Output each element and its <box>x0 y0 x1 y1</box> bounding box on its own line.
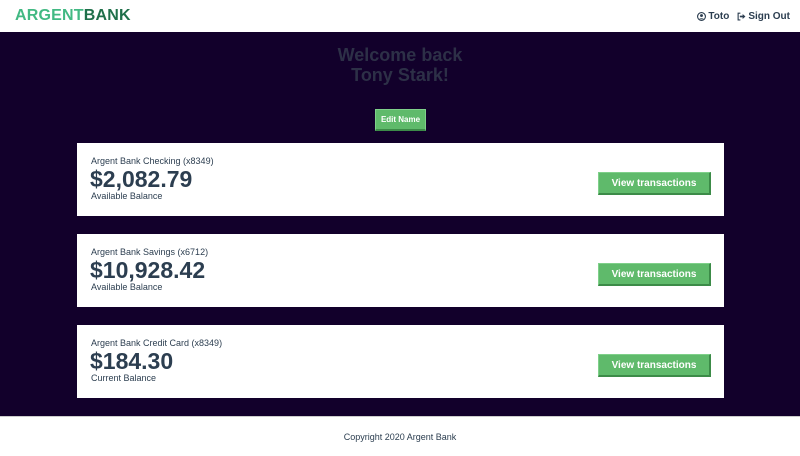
account-card-checking: Argent Bank Checking (x8349) $2,082.79 A… <box>77 143 724 216</box>
account-card-savings: Argent Bank Savings (x6712) $10,928.42 A… <box>77 234 724 307</box>
logo-text-argent: ARGENT <box>15 7 84 24</box>
edit-name-button[interactable]: Edit Name <box>375 109 426 131</box>
nav-user-area: Toto Sign Out <box>697 11 790 22</box>
account-title: Argent Bank Checking (x8349) <box>91 156 214 166</box>
welcome-user-name: Tony Stark! <box>351 65 449 85</box>
welcome-heading: Welcome back Tony Stark! <box>0 45 800 85</box>
account-dashboard: Welcome back Tony Stark! Edit Name Argen… <box>0 32 800 416</box>
account-amount: $2,082.79 <box>90 166 193 192</box>
account-card-credit-card: Argent Bank Credit Card (x8349) $184.30 … <box>77 325 724 398</box>
account-amount-description: Current Balance <box>91 373 157 383</box>
view-transactions-button[interactable]: View transactions <box>598 354 711 377</box>
account-title: Argent Bank Credit Card (x8349) <box>91 338 223 348</box>
view-transactions-button[interactable]: View transactions <box>598 172 711 195</box>
user-name: Toto <box>708 10 730 22</box>
account-amount: $184.30 <box>90 348 174 374</box>
view-transactions-button[interactable]: View transactions <box>598 263 711 286</box>
account-amount-description: Available Balance <box>91 282 163 292</box>
top-navigation: ARGENT BANK Toto Sign Out <box>0 0 800 32</box>
copyright-text: Copyright 2020 Argent Bank <box>343 431 457 442</box>
welcome-line-1: Welcome back <box>337 45 463 65</box>
user-circle-icon <box>697 11 707 21</box>
logo-text-bank: BANK <box>83 7 131 24</box>
account-amount: $10,928.42 <box>90 257 206 283</box>
sign-out-label: Sign Out <box>748 10 790 22</box>
account-title: Argent Bank Savings (x6712) <box>91 247 209 257</box>
account-amount-description: Available Balance <box>91 191 163 201</box>
sign-out-icon <box>737 12 746 21</box>
user-profile-link[interactable]: Toto <box>697 11 729 22</box>
footer: Copyright 2020 Argent Bank <box>0 416 800 456</box>
sign-out-link[interactable]: Sign Out <box>737 11 790 22</box>
argent-bank-logo[interactable]: ARGENT BANK <box>15 7 131 25</box>
